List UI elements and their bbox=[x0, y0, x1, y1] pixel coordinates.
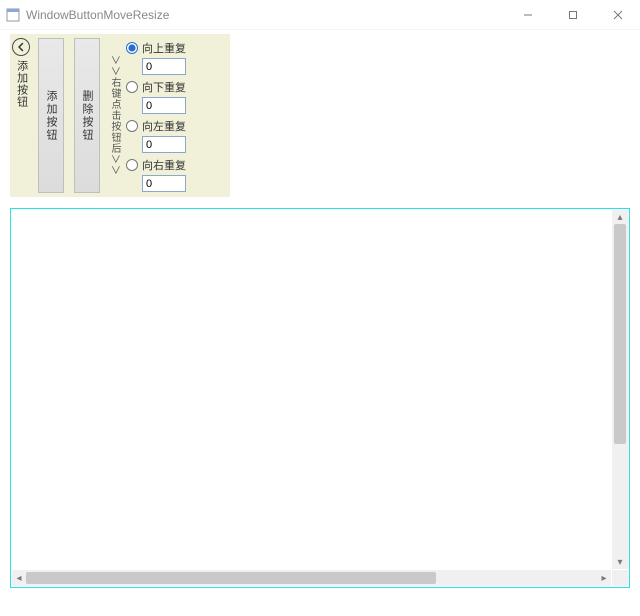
back-column: 添加按钮 bbox=[10, 34, 32, 197]
repeat-up-radio[interactable] bbox=[126, 42, 138, 54]
scroll-right-arrow-icon[interactable]: ▸ bbox=[597, 570, 611, 586]
repeat-down-value[interactable] bbox=[142, 97, 186, 114]
repeat-options: 向上重复 向下重复 向左重复 向右重复 bbox=[124, 34, 230, 197]
repeat-left-value[interactable] bbox=[142, 136, 186, 153]
add-button[interactable]: 添加按钮 bbox=[38, 38, 64, 193]
horizontal-scroll-thumb[interactable] bbox=[26, 572, 436, 584]
maximize-button[interactable] bbox=[550, 0, 595, 30]
window-title: WindowButtonMoveResize bbox=[26, 8, 169, 22]
close-button[interactable] bbox=[595, 0, 640, 30]
hint-text: ＞＞右键点击按钮后＞＞ bbox=[108, 55, 120, 176]
repeat-down-label: 向下重复 bbox=[142, 79, 186, 95]
remove-button-label: 删除按钮 bbox=[79, 90, 95, 142]
app-icon bbox=[6, 8, 20, 22]
scroll-corner bbox=[612, 570, 628, 586]
repeat-up-label: 向上重复 bbox=[142, 40, 186, 56]
scroll-left-arrow-icon[interactable]: ◂ bbox=[12, 570, 26, 586]
repeat-right-value[interactable] bbox=[142, 175, 186, 192]
add-button-label: 添加按钮 bbox=[43, 90, 59, 142]
vertical-scrollbar[interactable]: ▴ ▾ bbox=[612, 210, 628, 569]
back-label: 添加按钮 bbox=[14, 60, 27, 108]
back-button[interactable] bbox=[12, 38, 30, 56]
repeat-right-label: 向右重复 bbox=[142, 157, 186, 173]
scroll-up-arrow-icon[interactable]: ▴ bbox=[612, 210, 628, 224]
repeat-down-radio[interactable] bbox=[126, 81, 138, 93]
repeat-left-radio[interactable] bbox=[126, 120, 138, 132]
hint-column: ＞＞右键点击按钮后＞＞ bbox=[104, 34, 124, 197]
horizontal-scrollbar[interactable]: ◂ ▸ bbox=[12, 570, 611, 586]
minimize-button[interactable] bbox=[505, 0, 550, 30]
scroll-down-arrow-icon[interactable]: ▾ bbox=[612, 555, 628, 569]
titlebar: WindowButtonMoveResize bbox=[0, 0, 640, 30]
vertical-scroll-thumb[interactable] bbox=[614, 224, 626, 444]
repeat-right-radio[interactable] bbox=[126, 159, 138, 171]
repeat-up-value[interactable] bbox=[142, 58, 186, 75]
remove-button[interactable]: 删除按钮 bbox=[74, 38, 100, 193]
content-area: ▴ ▾ ◂ ▸ bbox=[10, 208, 630, 588]
repeat-left-label: 向左重复 bbox=[142, 118, 186, 134]
config-panel: 添加按钮 添加按钮 删除按钮 ＞＞右键点击按钮后＞＞ 向上重复 向下重复 向左重… bbox=[10, 34, 230, 197]
